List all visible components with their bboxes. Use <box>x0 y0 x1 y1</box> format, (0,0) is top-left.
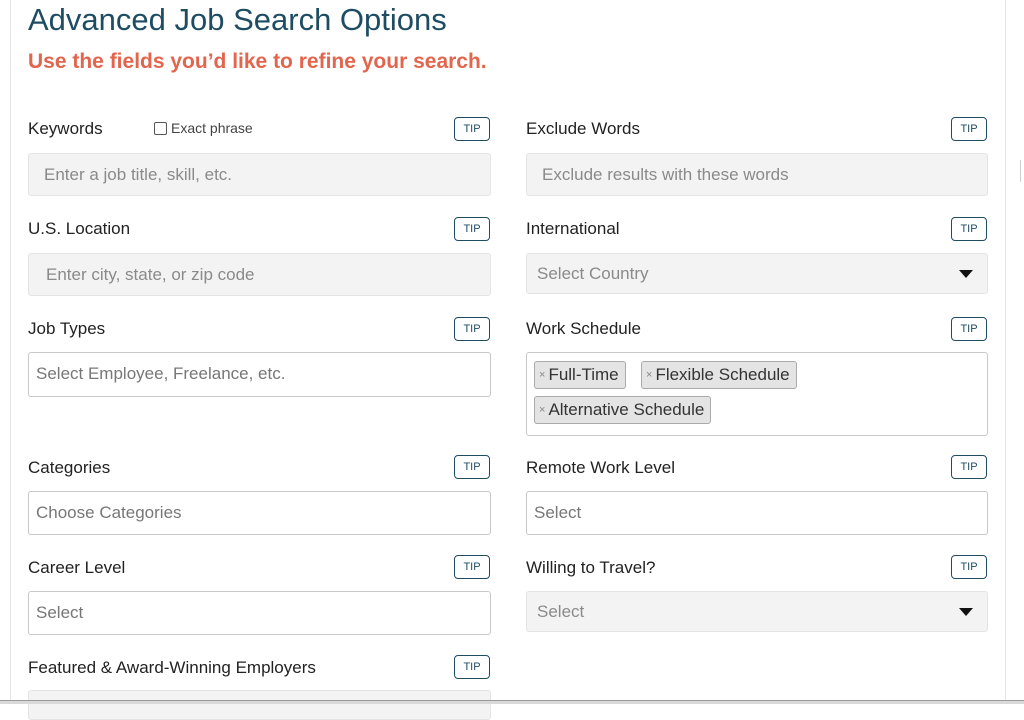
scrollbar-edge[interactable] <box>1020 160 1021 182</box>
featured-employers-tip-button[interactable]: TIP <box>454 655 490 679</box>
work-schedule-tag[interactable]: × Alternative Schedule <box>534 396 712 424</box>
us-location-input[interactable]: Enter city, state, or zip code <box>28 253 491 296</box>
caret-down-icon <box>959 607 973 616</box>
job-types-tip-button[interactable]: TIP <box>454 317 490 341</box>
willing-to-travel-label: Willing to Travel? <box>526 558 656 577</box>
featured-employers-label: Featured & Award-Winning Employers <box>28 658 316 677</box>
international-country-select[interactable]: Select Country <box>526 253 988 294</box>
work-schedule-tag[interactable]: × Full-Time <box>534 361 626 389</box>
remote-work-level-tip-button[interactable]: TIP <box>951 455 987 479</box>
exclude-words-tip-button[interactable]: TIP <box>951 117 987 141</box>
work-schedule-tag-label: Alternative Schedule <box>548 400 705 419</box>
international-label: International <box>526 219 620 238</box>
career-level-tip-button[interactable]: TIP <box>454 555 490 579</box>
exclude-words-input[interactable]: Exclude results with these words <box>526 153 988 196</box>
work-schedule-tag[interactable]: × Flexible Schedule <box>641 361 797 389</box>
categories-label: Categories <box>28 458 111 477</box>
work-schedule-tip-button[interactable]: TIP <box>951 317 987 341</box>
exact-phrase-checkbox[interactable] <box>154 121 167 135</box>
window-bottom-edge <box>0 700 1024 704</box>
work-schedule-tag-label: Full-Time <box>548 365 619 384</box>
featured-employers-input[interactable] <box>28 690 491 720</box>
categories-select[interactable]: Choose Categories <box>28 491 491 535</box>
categories-tip-button[interactable]: TIP <box>454 455 490 479</box>
us-location-tip-button[interactable]: TIP <box>454 217 490 241</box>
caret-down-icon <box>959 269 973 278</box>
exact-phrase-label: Exact phrase <box>171 120 253 136</box>
career-level-select[interactable]: Select <box>28 591 491 635</box>
job-types-select[interactable]: Select Employee, Freelance, etc. <box>28 352 491 397</box>
exact-phrase-option[interactable]: Exact phrase <box>154 120 253 136</box>
keywords-tip-button[interactable]: TIP <box>454 117 490 141</box>
willing-to-travel-tip-button[interactable]: TIP <box>951 555 987 579</box>
us-location-label: U.S. Location <box>28 219 131 238</box>
close-icon[interactable]: × <box>539 404 545 416</box>
work-schedule-label: Work Schedule <box>526 319 641 338</box>
page-title: Advanced Job Search Options <box>28 2 447 37</box>
remote-work-level-label: Remote Work Level <box>526 458 675 477</box>
remote-work-level-select[interactable]: Select <box>526 491 988 535</box>
close-icon[interactable]: × <box>646 369 652 381</box>
keywords-label: Keywords <box>28 119 103 138</box>
career-level-label: Career Level <box>28 558 126 577</box>
close-icon[interactable]: × <box>539 369 545 381</box>
work-schedule-multiselect[interactable]: × Full-Time × Flexible Schedule × Altern… <box>526 352 988 436</box>
page-subtitle: Use the fields you’d like to refine your… <box>28 50 487 73</box>
international-select-value: Select Country <box>537 263 649 283</box>
willing-to-travel-select-value: Select <box>537 601 585 621</box>
job-types-label: Job Types <box>28 319 106 338</box>
willing-to-travel-select[interactable]: Select <box>526 591 988 632</box>
international-tip-button[interactable]: TIP <box>951 217 987 241</box>
work-schedule-tag-label: Flexible Schedule <box>655 365 790 384</box>
exclude-words-label: Exclude Words <box>526 119 641 138</box>
keywords-input[interactable]: Enter a job title, skill, etc. <box>28 153 491 196</box>
